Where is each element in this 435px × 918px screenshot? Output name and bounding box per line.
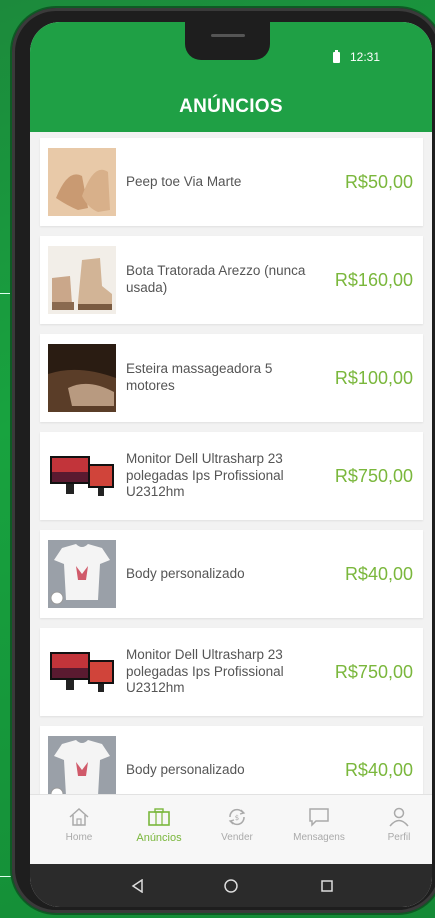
nav-label: Vender (221, 832, 253, 843)
nav-home[interactable]: Home (44, 807, 114, 843)
chat-icon (309, 808, 329, 827)
phone-frame: 12:31 ANÚNCIOS Peep toe Via Marte R$50,0… (12, 8, 435, 913)
nav-anuncios[interactable]: Anúncios (124, 807, 194, 844)
nav-label: Mensagens (293, 832, 345, 843)
listing-title: Esteira massageadora 5 motores (126, 361, 273, 393)
system-home-button[interactable] (201, 864, 261, 907)
nav-perfil[interactable]: Perfil (364, 807, 432, 843)
listing-item[interactable]: Bota Tratorada Arezzo (nunca usada) R$16… (40, 236, 423, 324)
user-icon (389, 807, 409, 827)
listing-title: Monitor Dell Ultrasharp 23 polegadas Ips… (126, 450, 284, 500)
listing-item[interactable]: Monitor Dell Ultrasharp 23 polegadas Ips… (40, 628, 423, 716)
listing-item[interactable]: Esteira massageadora 5 motores R$100,00 (40, 334, 423, 422)
system-back-button[interactable] (108, 864, 168, 907)
notch (185, 22, 270, 60)
status-time: 12:31 (349, 50, 380, 64)
listing-title: Bota Tratorada Arezzo (nunca usada) (126, 263, 306, 295)
listing-price: R$100,00 (334, 367, 413, 388)
nav-label: Home (65, 832, 93, 843)
listing-price: R$40,00 (344, 563, 413, 584)
shoe-icon (48, 148, 116, 216)
screen: 12:31 ANÚNCIOS Peep toe Via Marte R$50,0… (30, 22, 432, 907)
nav-label: Anúncios (136, 832, 182, 844)
home-circle-icon (224, 879, 238, 893)
listing-title: Peep toe Via Marte (126, 173, 242, 189)
nav-label: Perfil (387, 832, 411, 843)
system-navigation-bar (30, 864, 432, 907)
listing-item[interactable]: Monitor Dell Ultrasharp 23 polegadas Ips… (40, 432, 423, 520)
home-icon (69, 807, 89, 826)
speaker (211, 34, 245, 37)
monitor-icon (48, 638, 116, 706)
monitor-icon (48, 442, 116, 510)
battery-icon (332, 49, 340, 63)
listing-title: Body personalizado (126, 565, 245, 581)
listing-price: R$750,00 (334, 661, 413, 682)
listing-price: R$750,00 (334, 465, 413, 486)
boot-icon (48, 246, 116, 314)
system-recents-button[interactable] (297, 864, 357, 907)
app-bar: 12:31 ANÚNCIOS (30, 22, 432, 132)
baby-body-icon (48, 540, 116, 608)
status-bar: 12:31 (332, 49, 380, 64)
listing-item[interactable]: Body personalizado R$40,00 (40, 530, 423, 618)
nav-vender[interactable]: $ Vender (202, 807, 272, 843)
sell-icon: $ (228, 808, 246, 826)
nav-mensagens[interactable]: Mensagens (284, 807, 354, 843)
massager-icon (48, 344, 116, 412)
svg-text:$: $ (235, 814, 239, 822)
briefcase-icon (148, 808, 170, 826)
listing-price: R$160,00 (334, 269, 413, 290)
recents-square-icon (321, 880, 333, 892)
listing-title: Monitor Dell Ultrasharp 23 polegadas Ips… (126, 646, 284, 696)
page-title: ANÚNCIOS (179, 96, 283, 117)
bottom-navigation: Home Anúncios $ Vender Mensagens Perfil (30, 794, 432, 865)
listing-price: R$50,00 (344, 171, 413, 192)
listing-item[interactable]: Peep toe Via Marte R$50,00 (40, 138, 423, 226)
back-triangle-icon (131, 879, 143, 893)
